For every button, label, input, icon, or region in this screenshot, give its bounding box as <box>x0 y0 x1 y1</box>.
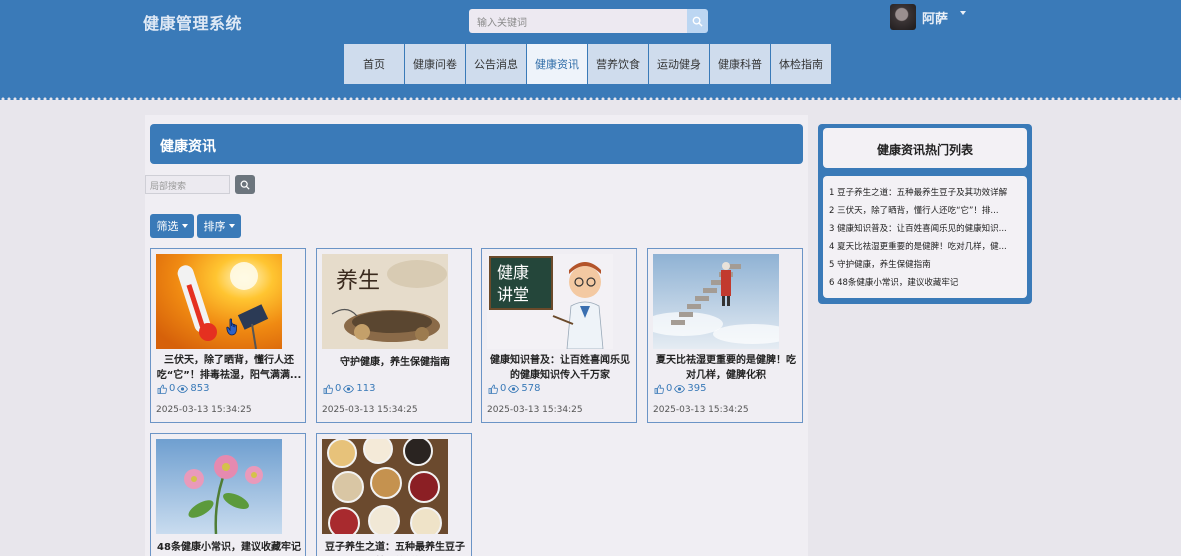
chalkboard-line-1: 健康 <box>497 263 529 282</box>
nav-item-checkup[interactable]: 体检指南 <box>770 43 832 85</box>
nav-item-home[interactable]: 首页 <box>343 43 405 85</box>
nav-item-science[interactable]: 健康科普 <box>709 43 771 85</box>
news-card[interactable]: 48条健康小常识，建议收藏牢记 <box>150 433 306 556</box>
news-thumbnail[interactable]: 健康 讲堂 <box>487 254 613 349</box>
nav-item-health-news[interactable]: 健康资讯 <box>526 43 588 85</box>
news-card-date: 2025-03-13 15:34:25 <box>487 405 583 415</box>
view-count: 578 <box>521 383 541 394</box>
page-title: 健康资讯 <box>160 139 216 155</box>
caret-down-icon <box>228 224 235 228</box>
news-card[interactable]: 豆子养生之道：五种最养生豆子及其功效详解 <box>316 433 472 556</box>
eye-icon <box>508 384 520 393</box>
hot-list-title: 健康资讯热门列表 <box>876 143 973 157</box>
filter-dropdown-button[interactable]: 筛选 <box>150 214 194 238</box>
thumbs-up-icon[interactable] <box>157 384 167 394</box>
news-card-title[interactable]: 48条健康小常识，建议收藏牢记 <box>156 540 302 555</box>
news-card-date: 2025-03-13 15:34:25 <box>653 405 749 415</box>
news-thumbnail[interactable]: 养生 <box>322 254 448 349</box>
hot-list-item[interactable]: 1 豆子养生之道：五种最养生豆子及其功效详解 <box>829 186 1019 198</box>
avatar[interactable] <box>890 4 916 30</box>
search-icon <box>692 16 703 27</box>
user-name[interactable]: 阿萨 <box>922 8 948 27</box>
section-title-bar <box>150 124 803 164</box>
news-card-date: 2025-03-13 15:34:25 <box>156 405 252 415</box>
header-scallop-border <box>0 96 1181 102</box>
chalkboard-line-2: 讲堂 <box>497 285 529 304</box>
nav-item-questionnaire[interactable]: 健康问卷 <box>404 43 466 85</box>
nav-item-nutrition[interactable]: 营养饮食 <box>587 43 649 85</box>
news-card-date: 2025-03-13 15:34:25 <box>322 405 418 415</box>
thumbs-up-icon[interactable] <box>488 384 498 394</box>
local-search-input[interactable]: 局部搜索 <box>145 175 230 194</box>
search-input[interactable]: 输入关键词 <box>469 9 687 33</box>
view-count: 853 <box>190 383 210 394</box>
news-thumbnail[interactable] <box>653 254 779 349</box>
news-card-title[interactable]: 豆子养生之道：五种最养生豆子及其功效详解 <box>322 540 468 556</box>
sort-dropdown-button[interactable]: 排序 <box>197 214 241 238</box>
news-card-title[interactable]: 守护健康，养生保健指南 <box>322 355 468 370</box>
view-count: 395 <box>687 383 707 394</box>
local-search-button[interactable] <box>235 175 255 194</box>
news-card-title[interactable]: 健康知识普及：让百姓喜闻乐见的健康知识传入千万家 <box>487 353 633 383</box>
news-thumbnail[interactable] <box>156 439 282 534</box>
news-card-title[interactable]: 三伏天，除了晒背，懂行人还吃“它”！排毒祛湿，阳气满满... <box>156 353 302 383</box>
news-card[interactable]: 健康 讲堂 健康知识普及：让百姓喜闻乐见的健康知识传入千万家 0 578 202… <box>481 248 637 423</box>
search-button[interactable] <box>687 9 708 33</box>
like-count: 0 <box>500 383 507 394</box>
nav-item-fitness[interactable]: 运动健身 <box>648 43 710 85</box>
news-card-stats: 0 395 <box>654 383 706 394</box>
hand-cursor-icon <box>226 318 237 336</box>
hot-list-item[interactable]: 3 健康知识普及：让百姓喜闻乐见的健康知识... <box>829 222 1019 234</box>
news-thumbnail[interactable] <box>322 439 448 534</box>
like-count: 0 <box>666 383 673 394</box>
hot-list-item[interactable]: 2 三伏天，除了晒背，懂行人还吃“它”！排... <box>829 204 1019 216</box>
nav-item-notices[interactable]: 公告消息 <box>465 43 527 85</box>
news-card-stats: 0 853 <box>157 383 209 394</box>
news-card[interactable]: 养生 守护健康，养生保健指南 0 113 2025-03-13 15:34:25 <box>316 248 472 423</box>
filter-label: 筛选 <box>156 220 179 233</box>
news-card-stats: 0 113 <box>323 383 375 394</box>
hot-list-item[interactable]: 6 48条健康小常识，建议收藏牢记 <box>829 276 1019 288</box>
like-count: 0 <box>335 383 342 394</box>
hot-list-item[interactable]: 4 夏天比祛湿更重要的是健脾！吃对几样，健... <box>829 240 1019 252</box>
chevron-down-icon[interactable] <box>960 11 966 15</box>
thumbs-up-icon[interactable] <box>323 384 333 394</box>
news-card[interactable]: 夏天比祛湿更重要的是健脾！吃对几样，健脾化积 0 395 2025-03-13 … <box>647 248 803 423</box>
search-icon <box>240 180 250 190</box>
yangsheng-text: 养生 <box>336 269 380 294</box>
hot-list-item[interactable]: 5 守护健康，养生保健指南 <box>829 258 1019 270</box>
news-card-stats: 0 578 <box>488 383 540 394</box>
thumbs-up-icon[interactable] <box>654 384 664 394</box>
eye-icon <box>343 384 355 393</box>
sort-label: 排序 <box>203 220 226 233</box>
site-title[interactable]: 健康管理系统 <box>143 10 242 34</box>
caret-down-icon <box>181 224 188 228</box>
news-card-title[interactable]: 夏天比祛湿更重要的是健脾！吃对几样，健脾化积 <box>653 353 799 383</box>
main-nav: 首页 健康问卷 公告消息 健康资讯 营养饮食 运动健身 健康科普 体检指南 <box>343 43 832 85</box>
eye-icon <box>177 384 189 393</box>
eye-icon <box>674 384 686 393</box>
news-thumbnail[interactable] <box>156 254 282 349</box>
like-count: 0 <box>169 383 176 394</box>
view-count: 113 <box>356 383 376 394</box>
